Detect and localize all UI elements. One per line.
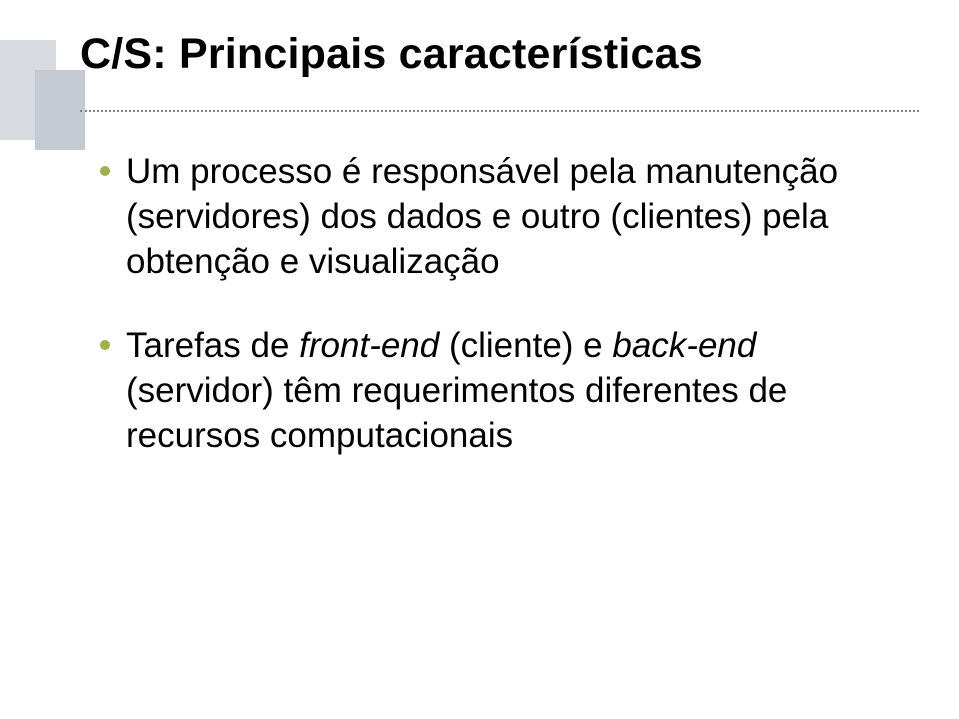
- bullet-text-emph: front-end: [299, 326, 439, 365]
- bullet-item: Tarefas de front-end (cliente) e back-en…: [100, 324, 899, 458]
- bullet-text-part: (servidor) têm requerimentos diferentes …: [126, 371, 787, 455]
- bullet-dot-icon: [100, 340, 110, 350]
- corner-decoration: [0, 0, 120, 160]
- bullet-text: Um processo é responsável pela manutençã…: [126, 150, 899, 284]
- bullet-text-emph: back-end: [612, 326, 756, 365]
- bullet-item: Um processo é responsável pela manutençã…: [100, 150, 899, 284]
- bullet-text-part: Tarefas de: [126, 326, 299, 365]
- slide: C/S: Principais características Um proce…: [0, 0, 959, 719]
- bullet-text: Tarefas de front-end (cliente) e back-en…: [126, 324, 899, 458]
- bullet-text-part: (cliente) e: [439, 326, 612, 365]
- deco-rect-2: [35, 70, 85, 150]
- slide-title: C/S: Principais características: [80, 30, 919, 79]
- title-divider: [80, 110, 919, 112]
- bullet-dot-icon: [100, 166, 110, 176]
- slide-content: Um processo é responsável pela manutençã…: [100, 150, 899, 499]
